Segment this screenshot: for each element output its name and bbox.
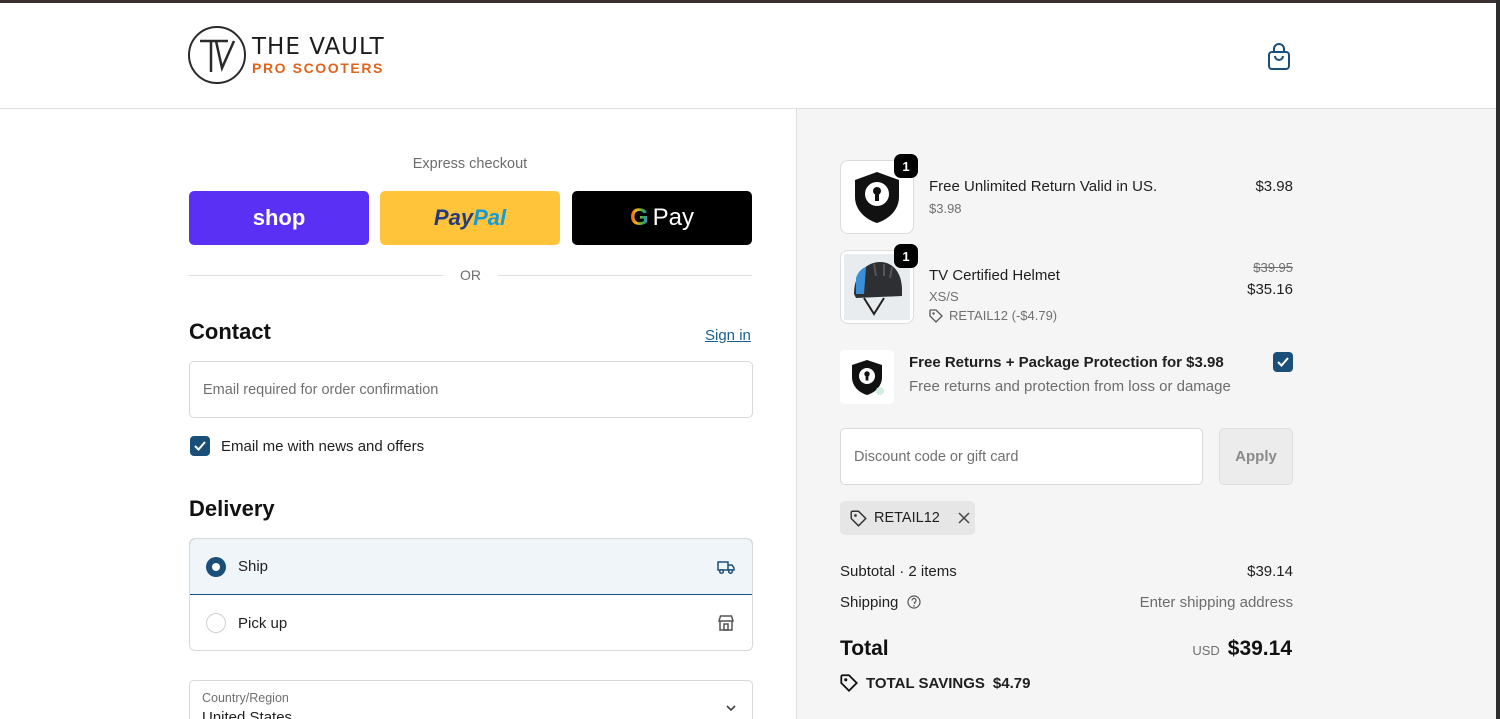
checkout-form-column: Express checkout shop Pay Pal G Pay OR Co… [0, 109, 796, 719]
help-circle-icon[interactable] [906, 595, 921, 609]
shipping-row: Shipping Enter shipping address [840, 594, 1293, 611]
close-icon[interactable] [957, 511, 971, 525]
logo-line2: PRO SCOOTERS [252, 59, 384, 76]
logo-wordmark: THE VAULT PRO SCOOTERS [252, 33, 385, 76]
logo-tv-monogram-icon [200, 39, 236, 72]
email-placeholder: Email required for order confirmation [203, 381, 439, 398]
pickup-label: Pick up [238, 614, 288, 632]
newsletter-checkbox[interactable] [190, 436, 210, 456]
truck-icon [717, 560, 735, 574]
quantity-badge: 1 [894, 244, 918, 268]
subtotal-row: Subtotal · 2 items $39.14 [840, 563, 1293, 580]
country-label: Country/Region [202, 691, 289, 705]
total-amount: USD $39.14 [1192, 637, 1292, 661]
order-summary-column: 1 Free Unlimited Return Valid in US. $3.… [796, 109, 1496, 719]
item-price: $3.98 [1255, 178, 1293, 195]
quantity-badge: 1 [894, 154, 918, 178]
applied-discount-code: RETAIL12 [874, 510, 940, 526]
delivery-option-pickup[interactable]: Pick up [190, 595, 752, 650]
protection-checkbox[interactable] [1273, 352, 1293, 372]
cart-line-item: 1 TV Certified Helmet XS/S RETAIL12 (-$4… [840, 244, 1293, 324]
store-icon [717, 615, 735, 631]
discount-code-input[interactable]: Discount code or gift card [840, 428, 1203, 485]
pickup-radio[interactable] [206, 613, 226, 633]
shipping-label: Shipping [840, 594, 899, 611]
package-protection: Free Returns + Package Protection for $3… [840, 350, 1293, 406]
ship-label: Ship [238, 558, 269, 575]
protection-title: Free Returns + Package Protection for $3… [909, 354, 1224, 371]
shipping-value: Enter shipping address [1139, 594, 1293, 611]
item-discount: RETAIL12 (-$4.79) [929, 308, 1057, 323]
shop-pay-button[interactable]: shop [189, 191, 369, 245]
savings-value: $4.79 [992, 674, 1031, 692]
item-title: TV Certified Helmet [929, 267, 1060, 284]
item-subtitle: $3.98 [929, 201, 962, 216]
item-variant: XS/S [929, 289, 959, 304]
email-field[interactable]: Email required for order confirmation [189, 361, 753, 418]
tag-icon [840, 674, 858, 692]
tag-icon [850, 509, 867, 527]
discount-placeholder: Discount code or gift card [854, 448, 1019, 465]
country-value: United States [202, 709, 293, 719]
item-original-price: $39.95 [1253, 260, 1293, 275]
total-value: $39.14 [1227, 637, 1292, 660]
newsletter-label: Email me with news and offers [221, 438, 425, 455]
shield-lock-icon [852, 360, 884, 395]
protection-subtitle: Free returns and protection from loss or… [909, 378, 1231, 395]
currency-code: USD [1192, 643, 1220, 658]
logo-line1: THE VAULT [252, 33, 385, 60]
ship-radio[interactable] [206, 556, 226, 577]
window-scrollbar[interactable] [1496, 0, 1500, 719]
protection-thumbnail [840, 350, 894, 404]
google-pay-label: Pay [652, 204, 695, 231]
or-divider: OR [189, 267, 752, 285]
item-price: $35.16 [1247, 281, 1293, 298]
item-discount-label: RETAIL12 (-$4.79) [949, 308, 1058, 323]
google-pay-button[interactable]: G Pay [572, 191, 752, 245]
shield-lock-icon [855, 172, 899, 223]
shop-pay-label: shop [252, 205, 306, 230]
apply-discount-button[interactable]: Apply [1219, 428, 1293, 485]
country-region-select[interactable]: Country/Region United States [189, 680, 753, 719]
google-g-icon: G [629, 204, 649, 231]
applied-discount-chip: RETAIL12 [840, 501, 975, 535]
delivery-option-ship[interactable]: Ship [190, 539, 752, 595]
contact-heading: Contact [189, 319, 271, 344]
paypal-label-pal: Pal [473, 205, 507, 230]
total-savings: TOTAL SAVINGS $4.79 [840, 674, 1030, 692]
or-label: OR [460, 267, 481, 283]
express-checkout-title: Express checkout [412, 156, 528, 172]
shopping-bag-icon[interactable] [1266, 43, 1292, 71]
subtotal-label: Subtotal · 2 items [840, 563, 957, 580]
paypal-label-pay: Pay [433, 205, 474, 230]
checkmark-icon [1277, 357, 1289, 367]
checkmark-icon [194, 441, 206, 451]
delivery-method-group: Ship Pick up [189, 538, 753, 651]
store-logo[interactable]: THE VAULT PRO SCOOTERS [188, 26, 385, 84]
subtotal-value: $39.14 [1247, 563, 1293, 580]
paypal-button[interactable]: Pay Pal [380, 191, 560, 245]
sign-in-link[interactable]: Sign in [705, 327, 751, 344]
logo-emblem [188, 26, 246, 84]
checkout-header: THE VAULT PRO SCOOTERS [0, 3, 1496, 109]
cart-line-item: 1 Free Unlimited Return Valid in US. $3.… [840, 154, 1293, 234]
delivery-heading: Delivery [189, 496, 275, 521]
savings-label: TOTAL SAVINGS [866, 674, 985, 692]
total-label: Total [840, 637, 889, 660]
tag-icon [929, 308, 943, 323]
chevron-down-icon [726, 705, 736, 712]
item-title: Free Unlimited Return Valid in US. [929, 178, 1158, 195]
